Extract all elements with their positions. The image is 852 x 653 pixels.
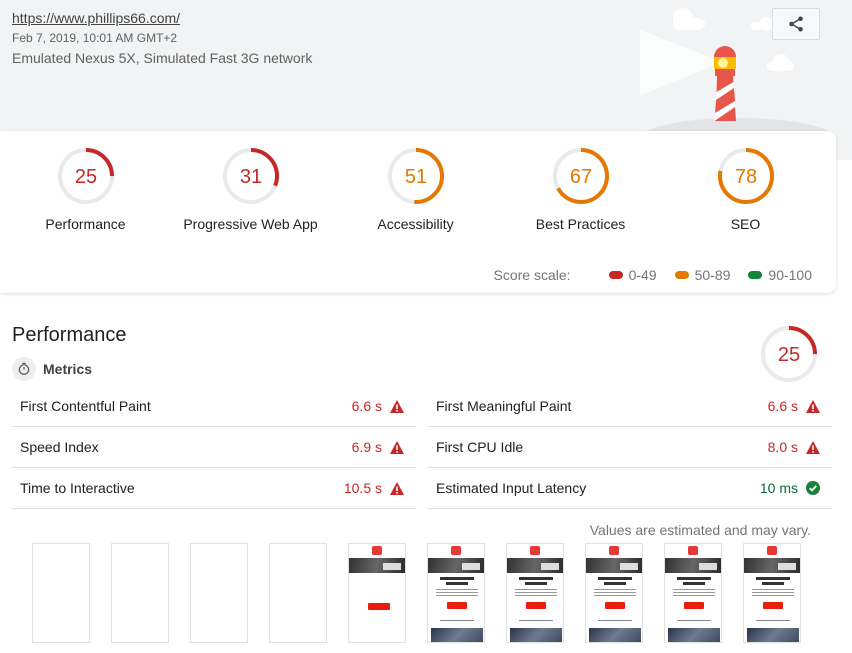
estimate-note: Values are estimated and may vary.	[589, 522, 811, 538]
score-gauge: 67	[552, 148, 609, 204]
filmstrip-frame-blank	[190, 543, 248, 643]
page-url-link[interactable]: https://www.phillips66.com/	[12, 10, 180, 26]
category-gauge-best-practices[interactable]: 67 Best Practices	[498, 146, 663, 232]
score-scale-legend: Score scale: 0-49 50-89 90-100	[494, 267, 812, 283]
gauge-score: 25	[778, 344, 800, 366]
score-gauge: 25	[57, 148, 114, 204]
category-gauge-seo[interactable]: 78 SEO	[663, 146, 828, 232]
scale-label-pass: 90-100	[768, 267, 812, 283]
metric-row-speed-index: Speed Index 6.9 s	[12, 427, 416, 468]
environment-info: Emulated Nexus 5X, Simulated Fast 3G net…	[12, 50, 313, 66]
metric-row-first-cpu-idle: First CPU Idle 8.0 s	[428, 427, 832, 468]
warning-triangle-icon	[390, 399, 404, 413]
metric-value-group: 8.0 s	[768, 439, 820, 455]
metric-row-first-contentful-paint: First Contentful Paint 6.6 s	[12, 386, 416, 427]
scale-dot-average	[674, 271, 689, 279]
category-label: SEO	[730, 216, 761, 232]
score-scale-title: Score scale:	[493, 267, 571, 283]
metric-name: First Contentful Paint	[20, 398, 151, 414]
metric-value-group: 10.5 s	[344, 480, 404, 496]
category-gauges: 25 Performance 31 Progressive Web App 51 Acce…	[0, 146, 836, 232]
filmstrip-frame-loaded	[427, 543, 485, 643]
stopwatch-icon	[12, 357, 36, 381]
warning-triangle-icon	[806, 440, 820, 454]
share-button[interactable]	[772, 8, 820, 40]
metric-value-group: 6.6 s	[352, 398, 404, 414]
metric-value: 6.6 s	[351, 398, 382, 414]
score-gauge: 31	[222, 148, 279, 204]
site-logo-icon	[372, 546, 382, 555]
metrics-label: Metrics	[43, 361, 93, 377]
scale-item-pass: 90-100	[748, 267, 812, 283]
category-label: Best Practices	[535, 216, 626, 232]
scale-label-average: 50-89	[694, 267, 731, 283]
metric-value: 10 ms	[759, 480, 798, 496]
score-gauge: 78	[717, 148, 774, 204]
gauge-score: 31	[239, 166, 261, 188]
filmstrip-frame-loaded	[506, 543, 564, 643]
category-label: Progressive Web App	[183, 216, 318, 232]
metric-name: Speed Index	[20, 439, 99, 455]
filmstrip-frame-loaded	[585, 543, 643, 643]
check-circle-icon	[806, 481, 820, 495]
scale-item-fail: 0-49	[608, 267, 657, 283]
site-logo-icon	[688, 546, 698, 555]
warning-triangle-icon	[806, 399, 820, 413]
scale-dot-pass	[748, 271, 763, 279]
metrics-header: Metrics	[12, 357, 92, 381]
filmstrip-frame-loaded	[743, 543, 801, 643]
filmstrip-frame-partial	[348, 543, 406, 643]
gauge-score: 25	[74, 166, 96, 188]
category-label: Accessibility	[377, 216, 454, 232]
metric-value: 6.6 s	[767, 398, 798, 414]
metric-row-estimated-input-latency: Estimated Input Latency 10 ms	[428, 468, 832, 509]
scale-dot-fail	[608, 271, 623, 279]
scale-item-average: 50-89	[674, 267, 731, 283]
metrics-list-left: First Contentful Paint 6.6 s Speed Index 6.…	[12, 386, 416, 509]
gauge-score: 78	[734, 166, 756, 188]
filmstrip-frame-blank	[269, 543, 327, 643]
metric-value-group: 6.6 s	[768, 398, 820, 414]
metric-value: 8.0 s	[767, 439, 798, 455]
filmstrip-frame-loaded	[664, 543, 722, 643]
score-gauge: 51	[387, 148, 444, 204]
metric-value: 6.9 s	[351, 439, 382, 455]
performance-section-title: Performance	[12, 324, 127, 346]
filmstrip-frame-blank	[32, 543, 90, 643]
filmstrip-frame-blank	[111, 543, 169, 643]
site-logo-icon	[451, 546, 461, 555]
category-gauge-accessibility[interactable]: 51 Accessibility	[333, 146, 498, 232]
category-gauge-performance[interactable]: 25 Performance	[3, 146, 168, 232]
category-label: Performance	[45, 216, 126, 232]
metric-name: First Meaningful Paint	[436, 398, 572, 414]
category-gauge-progressive-web-app[interactable]: 31 Progressive Web App	[168, 146, 333, 232]
warning-triangle-icon	[390, 440, 404, 454]
metrics-list-right: First Meaningful Paint 6.6 s First CPU Idl…	[428, 386, 832, 509]
metric-name: Estimated Input Latency	[436, 480, 587, 496]
filmstrip	[32, 543, 822, 643]
category-scores-card: 25 Performance 31 Progressive Web App 51 Acce…	[0, 131, 836, 293]
warning-triangle-icon	[390, 481, 404, 495]
metric-name: Time to Interactive	[20, 480, 135, 496]
site-logo-icon	[767, 546, 777, 555]
metric-name: First CPU Idle	[436, 439, 524, 455]
gauge-score: 67	[569, 166, 591, 188]
performance-score-gauge[interactable]: 25	[759, 324, 819, 384]
report-timestamp: Feb 7, 2019, 10:01 AM GMT+2	[12, 31, 178, 45]
site-logo-icon	[609, 546, 619, 555]
metric-value-group: 10 ms	[760, 480, 820, 496]
gauge-score: 51	[404, 166, 426, 188]
share-icon	[789, 16, 803, 32]
metric-value-group: 6.9 s	[352, 439, 404, 455]
site-logo-icon	[530, 546, 540, 555]
metric-row-first-meaningful-paint: First Meaningful Paint 6.6 s	[428, 386, 832, 427]
metric-row-time-to-interactive: Time to Interactive 10.5 s	[12, 468, 416, 509]
metric-value: 10.5 s	[343, 480, 382, 496]
scale-label-fail: 0-49	[628, 267, 657, 283]
